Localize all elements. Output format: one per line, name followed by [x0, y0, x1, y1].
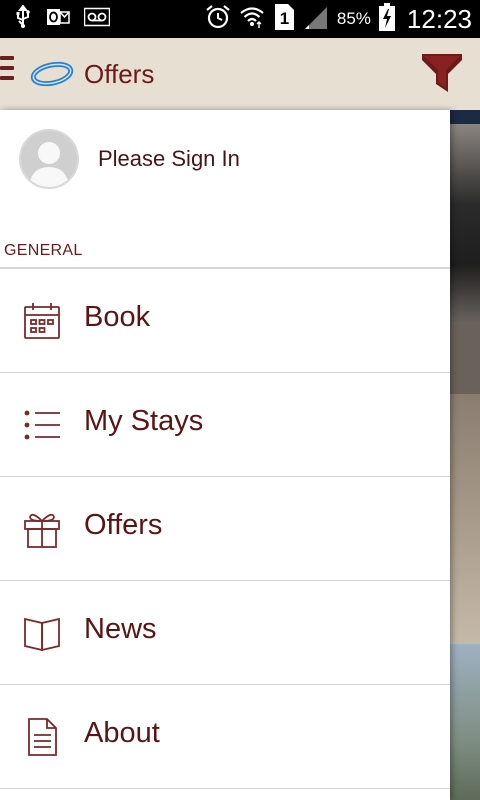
clock: 12:23	[406, 3, 472, 34]
background-content	[450, 110, 480, 800]
status-bar: 1 85% 12:23	[0, 0, 480, 38]
document-icon	[22, 717, 62, 757]
drawer-item-label: About	[84, 717, 160, 749]
signal-icon	[303, 4, 329, 34]
battery-percent: 85%	[336, 9, 371, 28]
menu-icon[interactable]	[0, 56, 16, 92]
offer-image[interactable]	[450, 324, 480, 394]
voicemail-icon	[83, 7, 111, 31]
app-bar: Offers	[0, 38, 480, 110]
drawer-item-news[interactable]: News	[0, 581, 450, 685]
usb-icon	[14, 4, 32, 33]
sign-in-link[interactable]: Please Sign In	[98, 146, 240, 172]
filter-icon[interactable]	[420, 52, 464, 100]
battery-charging-icon	[378, 3, 395, 35]
outlook-icon	[46, 6, 70, 32]
avatar[interactable]	[19, 129, 79, 189]
book-icon	[22, 613, 62, 653]
offer-image[interactable]	[450, 124, 480, 324]
gift-icon	[22, 509, 62, 549]
sim-icon: 1	[273, 3, 295, 35]
navigation-drawer: Please Sign In GENERAL Book My Stays Off…	[0, 110, 450, 800]
drawer-item-label: Book	[84, 301, 151, 333]
profile-header[interactable]: Please Sign In	[0, 110, 450, 210]
section-header-general: GENERAL	[4, 242, 83, 259]
list-icon	[22, 405, 62, 445]
drawer-item-label: My Stays	[84, 405, 204, 437]
wifi-icon	[239, 4, 265, 34]
drawer-item-label: News	[84, 613, 157, 645]
svg-text:1: 1	[280, 9, 289, 28]
drawer-item-about[interactable]: About	[0, 685, 450, 789]
drawer-item-label: Offers	[84, 509, 163, 541]
page-title: Offers	[84, 59, 155, 89]
drawer-item-offers[interactable]: Offers	[0, 477, 450, 581]
alarm-icon	[205, 4, 231, 34]
offer-image[interactable]	[450, 394, 480, 644]
drawer-item-my-stays[interactable]: My Stays	[0, 373, 450, 477]
brand-logo	[30, 59, 74, 93]
drawer-item-book[interactable]: Book	[0, 269, 450, 373]
offer-image[interactable]	[450, 644, 480, 800]
calendar-icon	[22, 301, 62, 341]
drawer-menu: Book My Stays Offers News About	[0, 269, 450, 789]
